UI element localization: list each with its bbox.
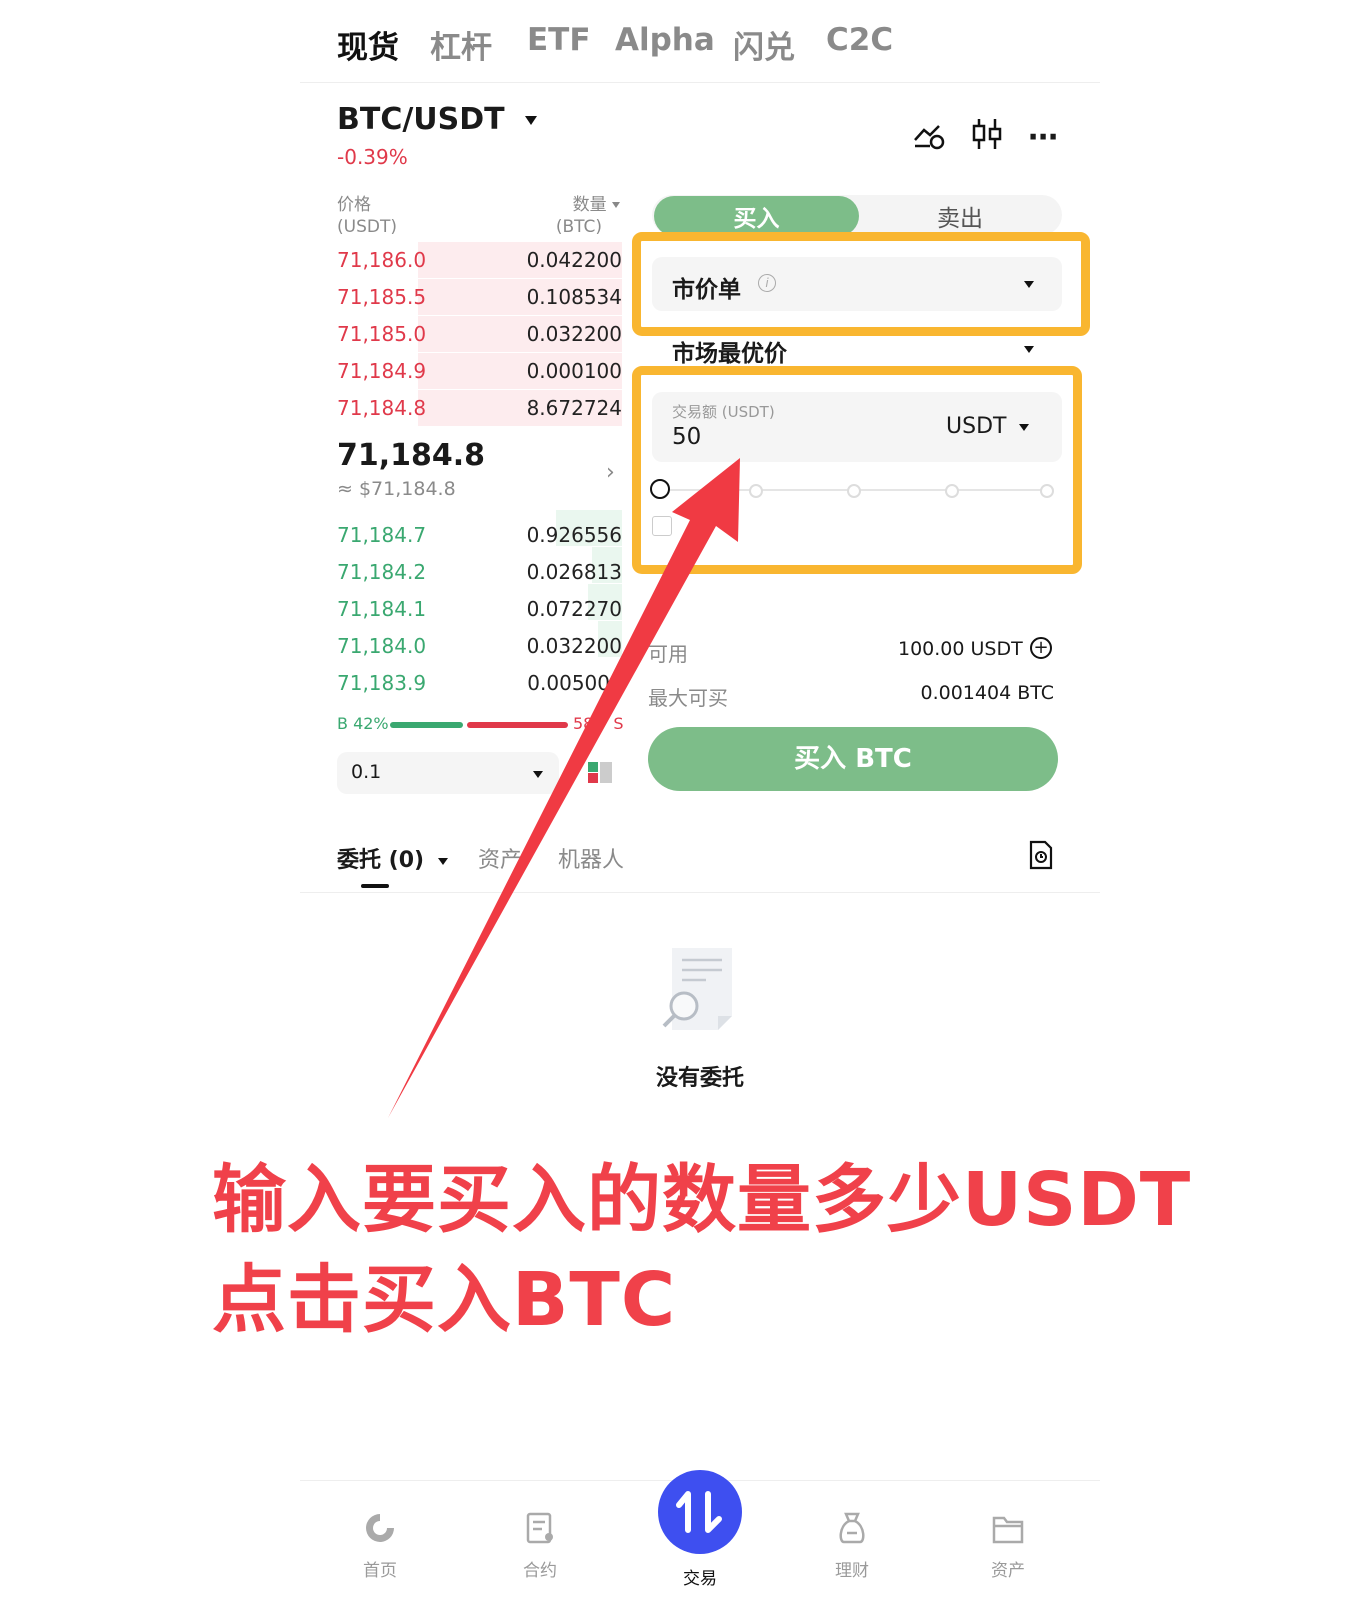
futures-icon — [526, 1512, 553, 1544]
annotation-line-2: 点击买入BTC — [212, 1257, 677, 1343]
wallet-icon — [992, 1516, 1024, 1544]
annotation-line-1: 输入要买入的数量多少USDT — [212, 1157, 1192, 1243]
nav-trade[interactable]: 交易 — [640, 1470, 760, 1589]
nav-assets[interactable]: 资产 — [968, 1510, 1048, 1581]
nav-futures[interactable]: 合约 — [500, 1510, 580, 1581]
nav-earn[interactable]: 理财 — [812, 1510, 892, 1581]
nav-home[interactable]: 首页 — [340, 1510, 420, 1581]
trade-icon — [658, 1470, 742, 1554]
annotation-arrow — [388, 458, 740, 1118]
home-icon — [366, 1514, 394, 1542]
earn-icon — [839, 1512, 865, 1544]
